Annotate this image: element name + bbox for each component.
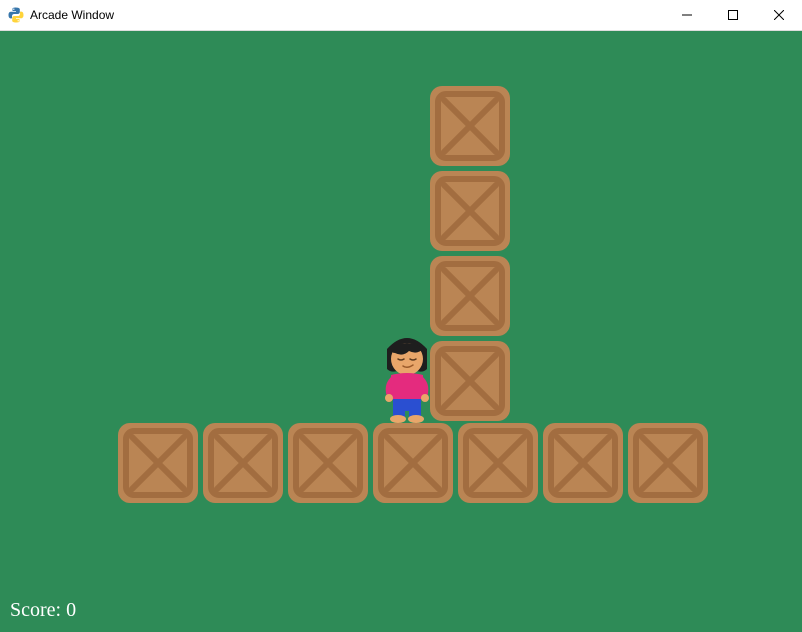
- player-sprite: [373, 331, 441, 423]
- window-title: Arcade Window: [30, 8, 114, 22]
- titlebar: Arcade Window: [0, 0, 802, 31]
- window-controls: [664, 0, 802, 30]
- crate-box: [458, 423, 538, 503]
- crate-box: [543, 423, 623, 503]
- minimize-button[interactable]: [664, 0, 710, 30]
- score-display: Score: 0: [10, 599, 76, 622]
- close-button[interactable]: [756, 0, 802, 30]
- score-label: Score:: [10, 599, 61, 621]
- titlebar-left: Arcade Window: [8, 7, 114, 23]
- crate-box: [430, 341, 510, 421]
- crate-box: [288, 423, 368, 503]
- crate-box: [118, 423, 198, 503]
- crate-box: [203, 423, 283, 503]
- crate-box: [430, 256, 510, 336]
- crate-box: [628, 423, 708, 503]
- maximize-button[interactable]: [710, 0, 756, 30]
- crate-box: [430, 171, 510, 251]
- crate-box: [430, 86, 510, 166]
- crate-box: [373, 423, 453, 503]
- game-canvas[interactable]: Score: 0: [0, 31, 802, 632]
- python-icon: [8, 7, 24, 23]
- score-value: 0: [66, 599, 76, 621]
